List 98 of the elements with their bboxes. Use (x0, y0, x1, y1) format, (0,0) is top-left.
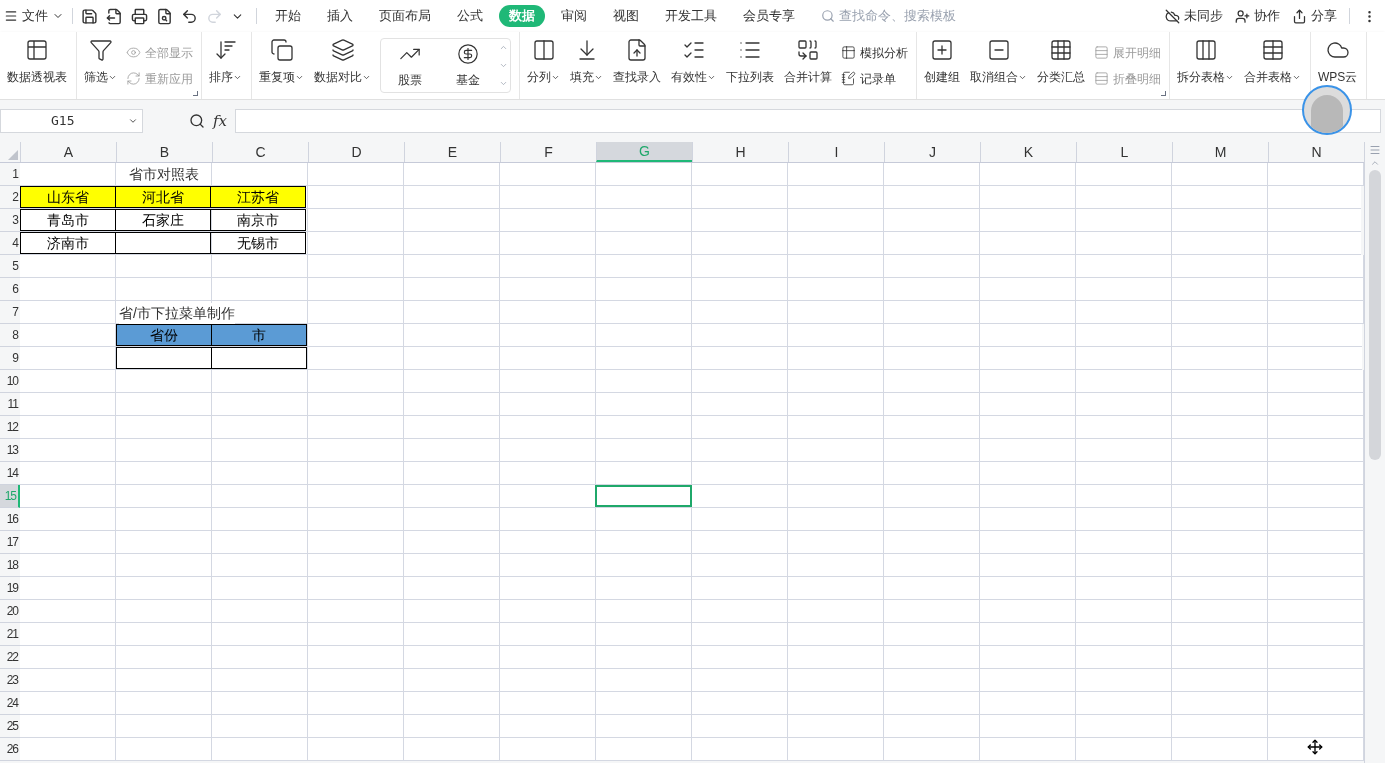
layers-icon (330, 38, 355, 62)
ribbon-button[interactable]: 模拟分析 (841, 43, 908, 62)
toolbar-button[interactable]: 分享 (1292, 6, 1337, 26)
column-header[interactable]: C (212, 142, 308, 162)
copy-icon (269, 38, 294, 62)
gallery-item[interactable]: 基金 (439, 39, 497, 92)
ribbon-tab[interactable]: 会员专享 (733, 5, 805, 27)
filter-icon (88, 38, 113, 62)
print-icon[interactable] (131, 7, 148, 25)
launcher-icon[interactable] (193, 91, 198, 96)
table-cell: 无锡市 (210, 232, 306, 254)
ribbon-tab[interactable]: 插入 (317, 5, 363, 27)
ribbon-button[interactable]: 创建组 (919, 32, 965, 86)
cloud-icon (1165, 8, 1180, 24)
menu-icon (4, 9, 18, 23)
column-header[interactable]: E (404, 142, 500, 162)
export-icon[interactable] (106, 7, 123, 25)
table-cell: 江苏省 (210, 186, 306, 208)
table-icon (1260, 38, 1285, 62)
cell-text: 省市对照表 (129, 164, 199, 184)
ribbon-button[interactable]: 筛选 (79, 32, 122, 86)
table-cell: 南京市 (210, 209, 306, 231)
column-header[interactable]: L (1076, 142, 1172, 162)
ribbon-button[interactable]: 分列 (522, 32, 565, 86)
ribbon-tab[interactable]: 视图 (603, 5, 649, 27)
ribbon-button[interactable]: 填充 (565, 32, 608, 86)
column-header[interactable]: D (308, 142, 404, 162)
ribbon-tab[interactable]: 公式 (447, 5, 493, 27)
column-header[interactable]: K (980, 142, 1076, 162)
ribbon-button[interactable]: 下拉列表 (721, 32, 779, 86)
fx-icon: fx (213, 109, 227, 133)
rows-icon (1094, 71, 1109, 86)
table-cell: 石家庄 (115, 209, 211, 231)
eye-icon (126, 45, 141, 60)
ribbon-button[interactable]: 分类汇总 (1032, 32, 1090, 86)
avatar-icon[interactable] (1302, 85, 1352, 135)
search-icon (821, 9, 835, 23)
ribbon-button[interactable]: 数据透视表 (2, 32, 72, 86)
row-header[interactable]: 3 (0, 209, 20, 232)
columns-icon (1193, 38, 1218, 62)
merge-icon (796, 38, 820, 62)
preview-icon[interactable] (156, 7, 173, 25)
ribbon-button[interactable]: 查找录入 (608, 32, 666, 86)
launcher-icon[interactable] (1161, 91, 1166, 96)
ribbon-button[interactable]: 合并计算 (779, 32, 837, 86)
minus-square-icon (986, 38, 1011, 62)
gallery-item[interactable]: 股票 (381, 39, 439, 92)
refresh-icon (126, 71, 141, 86)
columns-icon (531, 38, 556, 62)
name-box[interactable]: G15 (0, 109, 143, 133)
table-cell: 济南市 (20, 232, 116, 254)
notepad-icon (841, 71, 856, 86)
share-icon (1292, 8, 1307, 24)
undo-icon[interactable] (181, 7, 198, 25)
file-menu[interactable]: 文件 (0, 6, 68, 26)
caret-icon (128, 116, 138, 126)
upload-icon (625, 38, 649, 62)
ribbon-button[interactable]: 数据对比 (309, 32, 376, 86)
move-cursor-icon (1307, 739, 1323, 755)
toolbar-button[interactable]: 协作 (1235, 6, 1280, 26)
table-cell: 省份 (116, 324, 212, 346)
toolbar-button[interactable]: 未同步 (1165, 6, 1223, 26)
column-header[interactable]: J (884, 142, 980, 162)
table-cell: 河北省 (115, 186, 211, 208)
table-cell: 山东省 (20, 186, 116, 208)
formula-field[interactable] (235, 109, 1381, 133)
ribbon-button[interactable]: 排序 (204, 32, 247, 86)
table-icon (25, 38, 49, 62)
ribbon-button[interactable]: 重复项 (254, 32, 309, 86)
grid-icon (1049, 38, 1073, 62)
table-cell: 青岛市 (20, 209, 116, 231)
column-header[interactable]: H (692, 142, 788, 162)
save-icon[interactable] (81, 7, 98, 25)
ribbon-button[interactable]: 有效性 (666, 32, 721, 86)
scroll-up-icon (1370, 158, 1380, 168)
ribbon-button[interactable]: 拆分表格 (1172, 32, 1239, 86)
ribbon-button[interactable]: 合并表格 (1239, 32, 1306, 86)
row-header[interactable]: 4 (0, 232, 20, 255)
table-cell: 市 (211, 324, 307, 346)
ribbon-tab[interactable]: 开始 (265, 5, 311, 27)
table-icon (841, 45, 856, 60)
plus-square-icon (930, 38, 954, 62)
ribbon-tab[interactable]: 审阅 (551, 5, 597, 27)
rows-icon (1094, 45, 1109, 60)
zoom-icon (189, 113, 205, 129)
user-plus-icon (1235, 8, 1250, 24)
ribbon-tab[interactable]: 页面布局 (369, 5, 441, 27)
ribbon-tab[interactable]: 开发工具 (655, 5, 727, 27)
ribbon-button[interactable]: 取消组合 (965, 32, 1032, 86)
column-header[interactable]: A (20, 142, 116, 162)
ribbon-button[interactable]: WPS云 (1313, 32, 1363, 86)
column-header[interactable]: I (788, 142, 884, 162)
column-header[interactable]: B (116, 142, 212, 162)
selected-cell[interactable] (595, 485, 692, 507)
column-header[interactable]: M (1172, 142, 1268, 162)
cell-text: 省/市下拉菜单制作 (119, 303, 235, 324)
split-handle-icon (1369, 144, 1381, 156)
ribbon-button[interactable]: 记录单 (841, 69, 908, 88)
